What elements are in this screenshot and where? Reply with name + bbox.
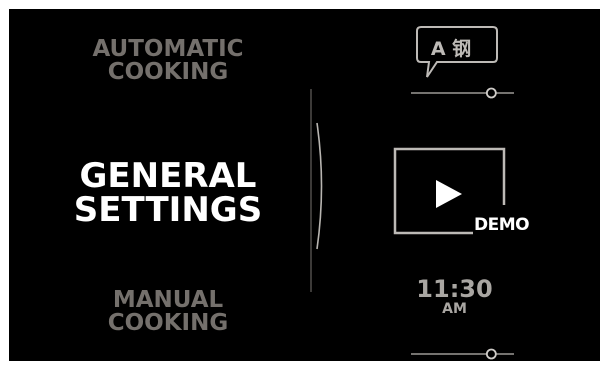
menu-item-label-line1: GENERAL [79,156,257,196]
clock-slider [411,348,514,360]
demo-button[interactable]: DEMO [389,145,539,245]
slider-knob[interactable] [485,87,497,99]
demo-label: DEMO [474,215,530,235]
automatic-cooking-menu-item[interactable]: AUTOMATIC COOKING [9,38,327,84]
clock-setting[interactable]: 11:30 AM [407,277,517,361]
scroll-divider [310,89,323,292]
slider-knob[interactable] [485,348,497,360]
menu-item-label-line2: COOKING [107,59,229,85]
menu-item-label-line2: COOKING [107,310,229,336]
language-label: A 钢 [430,38,472,60]
menu-item-label-line1: AUTOMATIC [92,36,244,62]
language-setting[interactable]: A 钢 [407,23,517,103]
manual-cooking-menu-item[interactable]: MANUAL COOKING [9,289,327,335]
oven-display: AUTOMATIC COOKING GENERAL SETTINGS MANUA… [9,9,600,361]
menu-item-label-line2: SETTINGS [73,190,263,230]
general-settings-menu-item[interactable]: GENERAL SETTINGS [9,159,327,227]
menu-item-label-line1: MANUAL [112,287,224,313]
